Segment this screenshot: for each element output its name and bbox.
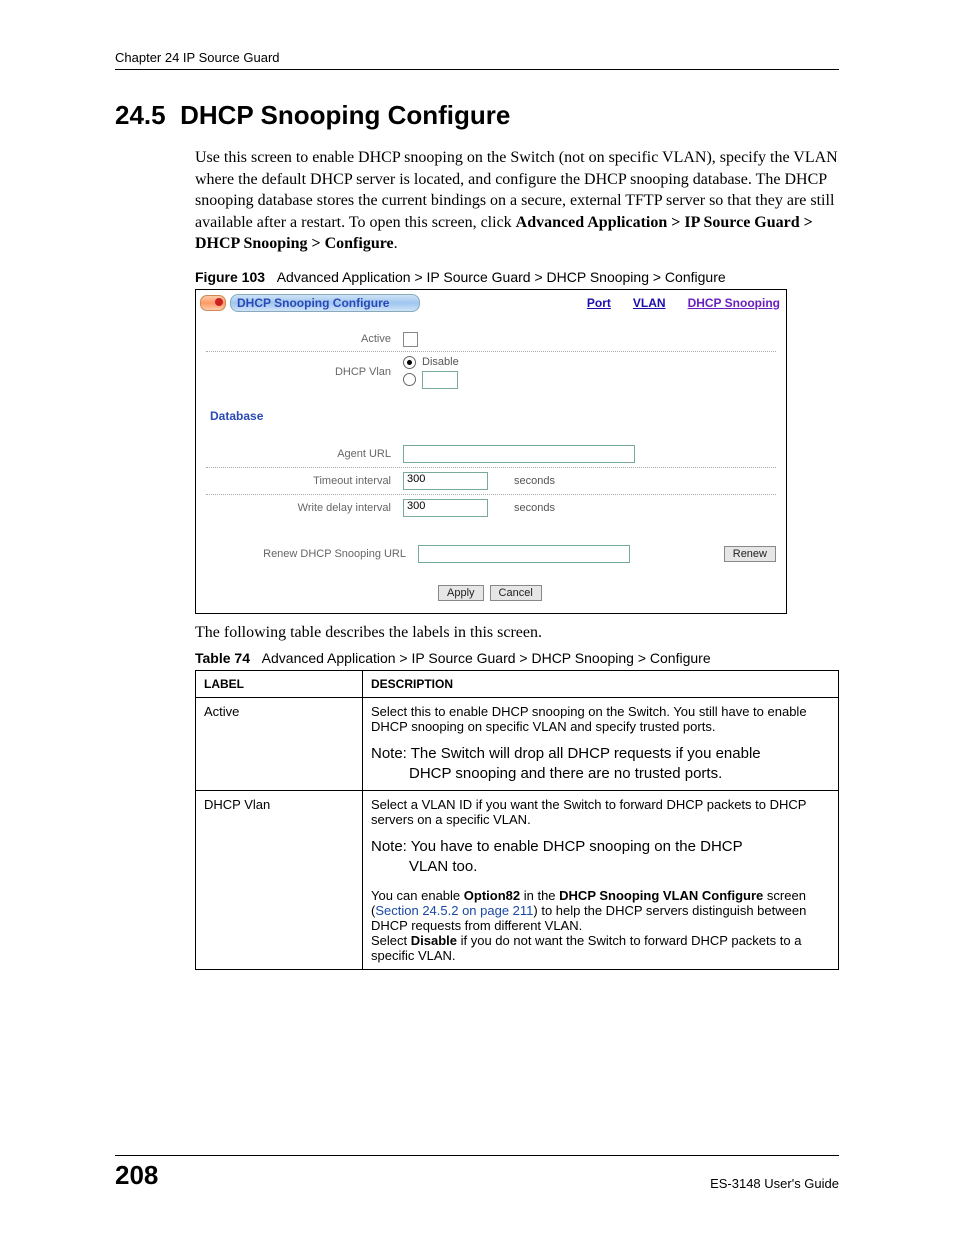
table-caption-text: Advanced Application > IP Source Guard >… — [262, 650, 711, 666]
cell-label-dhcp-vlan: DHCP Vlan — [196, 791, 363, 970]
link-vlan[interactable]: VLAN — [633, 296, 666, 310]
page-footer: 208 ES-3148 User's Guide — [115, 1155, 839, 1191]
desc-text: Select a VLAN ID if you want the Switch … — [371, 797, 806, 827]
input-agent-url[interactable] — [403, 445, 635, 463]
radio-disable[interactable] — [403, 356, 416, 369]
cell-desc-active: Select this to enable DHCP snooping on t… — [363, 697, 839, 791]
label-renew-url: Renew DHCP Snooping URL — [206, 544, 418, 564]
intro-paragraph: Use this screen to enable DHCP snooping … — [195, 147, 839, 255]
label-dhcp-vlan: DHCP Vlan — [206, 362, 403, 382]
th-label: LABEL — [196, 670, 363, 697]
cell-desc-dhcp-vlan: Select a VLAN ID if you want the Switch … — [363, 791, 839, 970]
desc-option82: You can enable Option82 in the DHCP Snoo… — [371, 888, 830, 933]
label-active: Active — [206, 329, 403, 349]
checkbox-active[interactable] — [403, 332, 418, 347]
post-figure-text: The following table describes the labels… — [195, 622, 839, 644]
label-write-delay: Write delay interval — [206, 498, 403, 518]
link-dhcp-snooping[interactable]: DHCP Snooping — [688, 296, 780, 310]
intro-period: . — [394, 235, 398, 252]
figure-caption-text: Advanced Application > IP Source Guard >… — [277, 269, 726, 285]
figure-number: Figure 103 — [195, 269, 265, 285]
cancel-button[interactable]: Cancel — [490, 585, 542, 601]
table-row: DHCP Vlan Select a VLAN ID if you want t… — [196, 791, 839, 970]
label-description-table: LABEL DESCRIPTION Active Select this to … — [195, 670, 839, 970]
input-write-delay[interactable]: 300 — [403, 499, 488, 517]
note-line1: Note: The Switch will drop all DHCP requ… — [371, 745, 761, 762]
label-disable: Disable — [422, 356, 459, 368]
note-line1: Note: You have to enable DHCP snooping o… — [371, 838, 743, 855]
section-title: DHCP Snooping Configure — [180, 100, 510, 130]
section-number: 24.5 — [115, 100, 166, 130]
input-timeout[interactable]: 300 — [403, 472, 488, 490]
cross-reference-link[interactable]: Section 24.5.2 on page 211 — [375, 903, 533, 918]
scr-title: DHCP Snooping Configure — [230, 294, 420, 312]
figure-caption: Figure 103 Advanced Application > IP Sou… — [195, 269, 839, 285]
desc-disable: Select Disable if you do not want the Sw… — [371, 933, 830, 963]
section-database: Database — [206, 393, 776, 431]
pill-icon — [200, 295, 226, 311]
desc-text: Select this to enable DHCP snooping on t… — [371, 704, 807, 734]
apply-button[interactable]: Apply — [438, 585, 484, 601]
guide-name: ES-3148 User's Guide — [710, 1176, 839, 1191]
label-timeout: Timeout interval — [206, 471, 403, 491]
label-seconds-1: seconds — [494, 475, 555, 487]
table-number: Table 74 — [195, 650, 250, 666]
link-port[interactable]: Port — [587, 296, 611, 310]
radio-vlan-id[interactable] — [403, 373, 416, 386]
note-line2: VLAN too. — [371, 857, 830, 877]
label-seconds-2: seconds — [494, 502, 555, 514]
input-vlan-id[interactable] — [422, 371, 458, 389]
table-row: Active Select this to enable DHCP snoopi… — [196, 697, 839, 791]
th-description: DESCRIPTION — [363, 670, 839, 697]
screenshot-figure: DHCP Snooping Configure Port VLAN DHCP S… — [195, 289, 787, 614]
table-caption: Table 74 Advanced Application > IP Sourc… — [195, 650, 839, 666]
chapter-header: Chapter 24 IP Source Guard — [115, 50, 839, 70]
label-agent-url: Agent URL — [206, 444, 403, 464]
input-renew-url[interactable] — [418, 545, 630, 563]
page-number: 208 — [115, 1160, 158, 1191]
note-line2: DHCP snooping and there are no trusted p… — [371, 764, 830, 784]
cell-label-active: Active — [196, 697, 363, 791]
section-heading: 24.5 DHCP Snooping Configure — [115, 100, 839, 131]
renew-button[interactable]: Renew — [724, 546, 776, 562]
